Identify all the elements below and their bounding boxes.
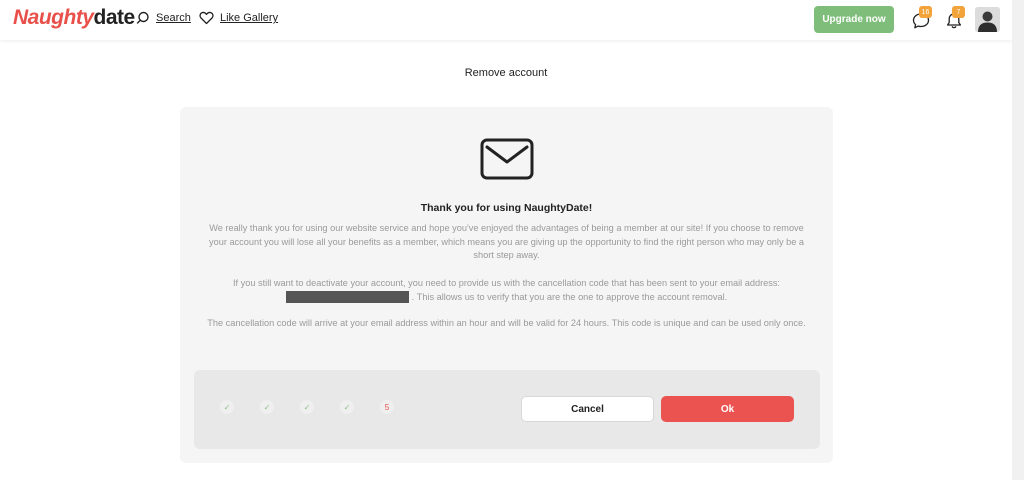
code-step-2[interactable]: ✓: [260, 400, 274, 414]
top-header: Naughtydate Search Like Gallery Upgrade …: [0, 0, 1012, 40]
heart-icon: [199, 11, 214, 25]
code-step-4[interactable]: ✓: [340, 400, 354, 414]
notifications-count-badge: 7: [952, 6, 965, 18]
like-gallery-label: Like Gallery: [220, 12, 279, 24]
page-scrollbar[interactable]: [1012, 0, 1024, 480]
avatar[interactable]: [975, 7, 1000, 32]
code-step-1[interactable]: ✓: [220, 400, 234, 414]
messages-button[interactable]: 16: [912, 6, 932, 30]
instructions-paragraph: If you still want to deactivate your acc…: [205, 277, 808, 304]
intro-paragraph: We really thank you for using our websit…: [209, 223, 804, 260]
like-gallery-link[interactable]: Like Gallery: [199, 11, 278, 25]
instructions-text-continued: . This allows us to verify that you are …: [411, 291, 728, 302]
ok-button[interactable]: Ok: [661, 396, 794, 422]
logo-part-date: date: [93, 6, 136, 29]
code-step-3[interactable]: ✓: [300, 400, 314, 414]
envelope-icon: [479, 137, 535, 188]
cancellation-code-panel: ✓ ✓ ✓ ✓ 5 Cancel Ok: [194, 370, 820, 449]
cancel-button[interactable]: Cancel: [521, 396, 654, 422]
notifications-button[interactable]: 7: [945, 6, 965, 30]
validity-paragraph: The cancellation code will arrive at you…: [207, 318, 806, 328]
redacted-email: [285, 291, 409, 304]
code-step-5[interactable]: 5: [380, 400, 394, 414]
logo[interactable]: Naughtydate: [13, 6, 135, 30]
page-title: Remove account: [464, 67, 548, 79]
search-link-label: Search: [156, 12, 191, 24]
card-title: Thank you for using NaughtyDate!: [420, 202, 593, 214]
upgrade-button[interactable]: Upgrade now: [814, 6, 894, 33]
messages-count-badge: 16: [919, 6, 932, 18]
remove-account-card: Thank you for using NaughtyDate! We real…: [180, 107, 833, 463]
search-link[interactable]: Search: [136, 11, 191, 25]
search-icon: [136, 11, 150, 25]
instructions-text: If you still want to deactivate your acc…: [233, 278, 780, 288]
logo-part-naughty: Naughty: [13, 6, 94, 29]
